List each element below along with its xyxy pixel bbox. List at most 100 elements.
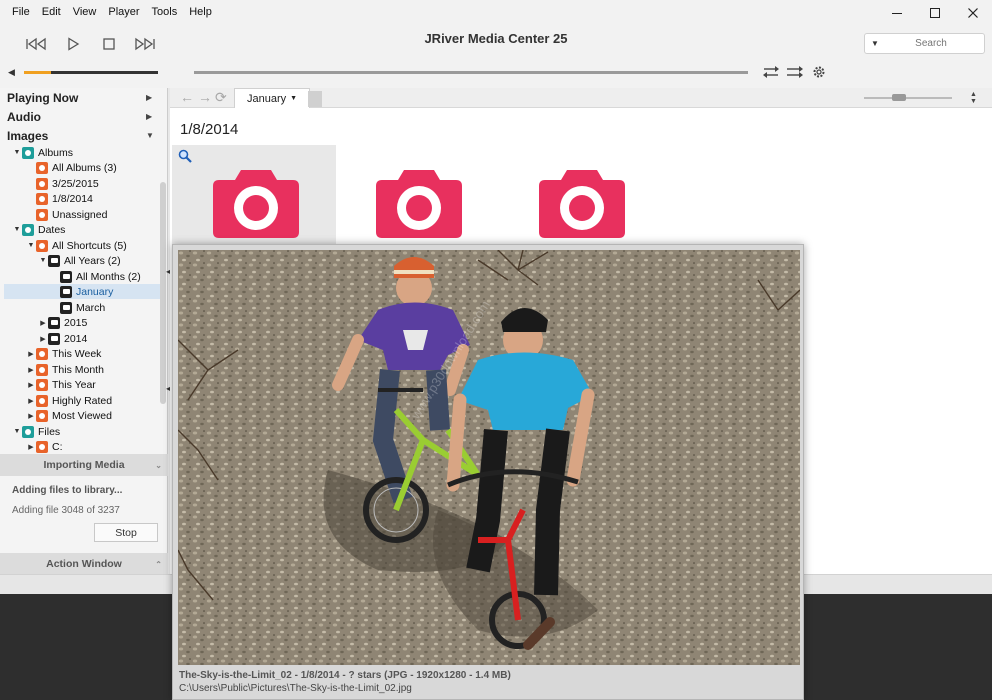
- action-window-header[interactable]: Action Window ⌃: [0, 553, 168, 575]
- preview-caption: The-Sky-is-the-Limit_02 - 1/8/2014 - ? s…: [179, 670, 511, 681]
- minimize-icon: [892, 13, 902, 14]
- transport-controls: [22, 34, 160, 54]
- collapsed-arrow-icon[interactable]: ▶: [26, 412, 36, 420]
- chevron-down-icon[interactable]: ▼: [146, 131, 154, 140]
- tree-item-all-months[interactable]: All Months (2): [50, 269, 141, 284]
- tree-item-all-shortcuts[interactable]: ▼ All Shortcuts (5): [26, 238, 127, 253]
- tree-item-this-week[interactable]: ▶ This Week: [26, 346, 101, 361]
- tree-item-most-viewed[interactable]: ▶ Most Viewed: [26, 408, 112, 423]
- menu-player[interactable]: Player: [102, 5, 145, 19]
- view-scroll-spinner-icon[interactable]: ▲ ▼: [970, 91, 977, 105]
- image-thumbnail-camera-icon[interactable]: [376, 170, 462, 238]
- tree-item-all-albums[interactable]: All Albums (3): [26, 160, 117, 175]
- collapsed-arrow-icon[interactable]: ▶: [38, 335, 48, 343]
- menu-help[interactable]: Help: [183, 5, 218, 19]
- tree-item-this-year[interactable]: ▶ This Year: [26, 377, 96, 392]
- album-icon: [36, 208, 48, 221]
- expanded-arrow-icon[interactable]: ▼: [12, 428, 22, 435]
- importing-media-header[interactable]: Importing Media ⌄: [0, 454, 168, 476]
- chevron-up-icon[interactable]: ⌃: [155, 560, 162, 569]
- play-button[interactable]: [58, 34, 88, 54]
- tree-item-files[interactable]: ▼ Files: [12, 424, 60, 439]
- chevron-down-icon[interactable]: ⌄: [155, 461, 162, 470]
- search-dropdown-icon[interactable]: ▼: [865, 39, 885, 48]
- sidebar-category-playing-now[interactable]: Playing Now: [7, 91, 78, 105]
- stop-playback-button[interactable]: [94, 34, 124, 54]
- maximize-button[interactable]: [916, 0, 954, 26]
- tree-item-january[interactable]: January: [4, 284, 160, 299]
- tree-item-label: This Month: [52, 363, 104, 376]
- tree-item-2015[interactable]: ▶ 2015: [38, 315, 87, 330]
- magnifier-icon[interactable]: [178, 149, 192, 166]
- volume-left-icon[interactable]: ◀: [8, 67, 15, 78]
- tree-item-all-years[interactable]: ▼ All Years (2): [38, 253, 121, 268]
- expanded-arrow-icon[interactable]: ▼: [12, 149, 22, 156]
- preview-photo: www.p30download.com: [178, 250, 800, 665]
- search-box: ▼: [864, 33, 985, 54]
- tree-item-dates[interactable]: ▼ Dates: [12, 222, 65, 237]
- previous-track-icon: [26, 37, 46, 51]
- tree-item-albums[interactable]: ▼ Albums: [12, 145, 73, 160]
- playback-progress-bar[interactable]: [194, 71, 748, 74]
- expanded-arrow-icon[interactable]: ▼: [38, 257, 48, 264]
- breadcrumb[interactable]: January ▼: [234, 88, 311, 108]
- collapsed-arrow-icon[interactable]: ▶: [26, 443, 36, 451]
- chevron-right-icon[interactable]: ▶: [146, 93, 152, 102]
- tree-item-this-month[interactable]: ▶ This Month: [26, 362, 104, 377]
- image-thumbnail-camera-icon[interactable]: [213, 170, 299, 238]
- stop-import-button[interactable]: Stop: [94, 523, 158, 542]
- volume-level-fill: [24, 71, 51, 74]
- menu-view[interactable]: View: [67, 5, 103, 19]
- tree-item-unassigned[interactable]: Unassigned: [26, 207, 107, 222]
- shuffle-icon: [787, 66, 803, 78]
- close-button[interactable]: [954, 0, 992, 26]
- refresh-icon[interactable]: ⟳: [215, 89, 227, 106]
- tree-item-label: 1/8/2014: [52, 192, 93, 205]
- expanded-arrow-icon[interactable]: ▼: [26, 242, 36, 249]
- tree-item-1-8-2014[interactable]: 1/8/2014: [26, 191, 93, 206]
- volume-slider[interactable]: [24, 71, 158, 74]
- collapsed-arrow-icon[interactable]: ▶: [26, 381, 36, 389]
- collapsed-arrow-icon[interactable]: ▶: [26, 366, 36, 374]
- next-button[interactable]: [130, 34, 160, 54]
- sidebar-category-audio[interactable]: Audio: [7, 110, 41, 124]
- menu-tools[interactable]: Tools: [146, 5, 184, 19]
- tree-item-label: C:: [52, 440, 63, 453]
- sidebar-scrollbar[interactable]: [160, 182, 166, 404]
- back-arrow-icon[interactable]: ←: [180, 89, 194, 105]
- image-preview-popup[interactable]: www.p30download.com The-Sky-is-the-Limit…: [172, 244, 804, 700]
- sidebar-category-images[interactable]: Images: [7, 129, 48, 143]
- menu-file[interactable]: File: [6, 5, 36, 19]
- menu-edit[interactable]: Edit: [36, 5, 67, 19]
- tree-item-2014[interactable]: ▶ 2014: [38, 331, 87, 346]
- thumbnail-size-slider[interactable]: [864, 94, 952, 101]
- tree-item-highly-rated[interactable]: ▶ Highly Rated: [26, 393, 112, 408]
- breadcrumb-extra-tab[interactable]: [308, 91, 322, 107]
- collapsed-arrow-icon[interactable]: ▶: [38, 319, 48, 327]
- search-input[interactable]: [885, 38, 977, 49]
- calendar-icon: [48, 254, 60, 267]
- tree-item-3-25-2015[interactable]: 3/25/2015: [26, 176, 99, 191]
- tree-item-c-drive[interactable]: ▶ C:: [26, 439, 63, 454]
- volume-control: ◀: [8, 67, 168, 77]
- forward-arrow-icon[interactable]: →: [198, 89, 212, 105]
- collapsed-arrow-icon[interactable]: ▶: [26, 350, 36, 358]
- tree-item-label: All Years (2): [64, 254, 121, 267]
- chevron-right-icon[interactable]: ▶: [146, 112, 152, 121]
- repeat-button[interactable]: [762, 64, 780, 80]
- shuffle-button[interactable]: [786, 64, 804, 80]
- collapsed-arrow-icon[interactable]: ▶: [26, 397, 36, 405]
- tree-item-march[interactable]: March: [50, 300, 105, 315]
- shortcut-icon: [36, 378, 48, 391]
- slider-thumb[interactable]: [892, 94, 906, 101]
- shortcut-icon: [36, 409, 48, 422]
- previous-button[interactable]: [22, 34, 52, 54]
- sidebar: Playing Now ▶ Audio ▶ Images ▼ ▼ Albums …: [0, 88, 168, 575]
- album-icon: [36, 161, 48, 174]
- minimize-button[interactable]: [878, 0, 916, 26]
- settings-button[interactable]: [810, 64, 828, 80]
- expanded-arrow-icon[interactable]: ▼: [12, 226, 22, 233]
- next-track-icon: [135, 37, 155, 51]
- album-icon: [36, 192, 48, 205]
- image-thumbnail-camera-icon[interactable]: [539, 170, 625, 238]
